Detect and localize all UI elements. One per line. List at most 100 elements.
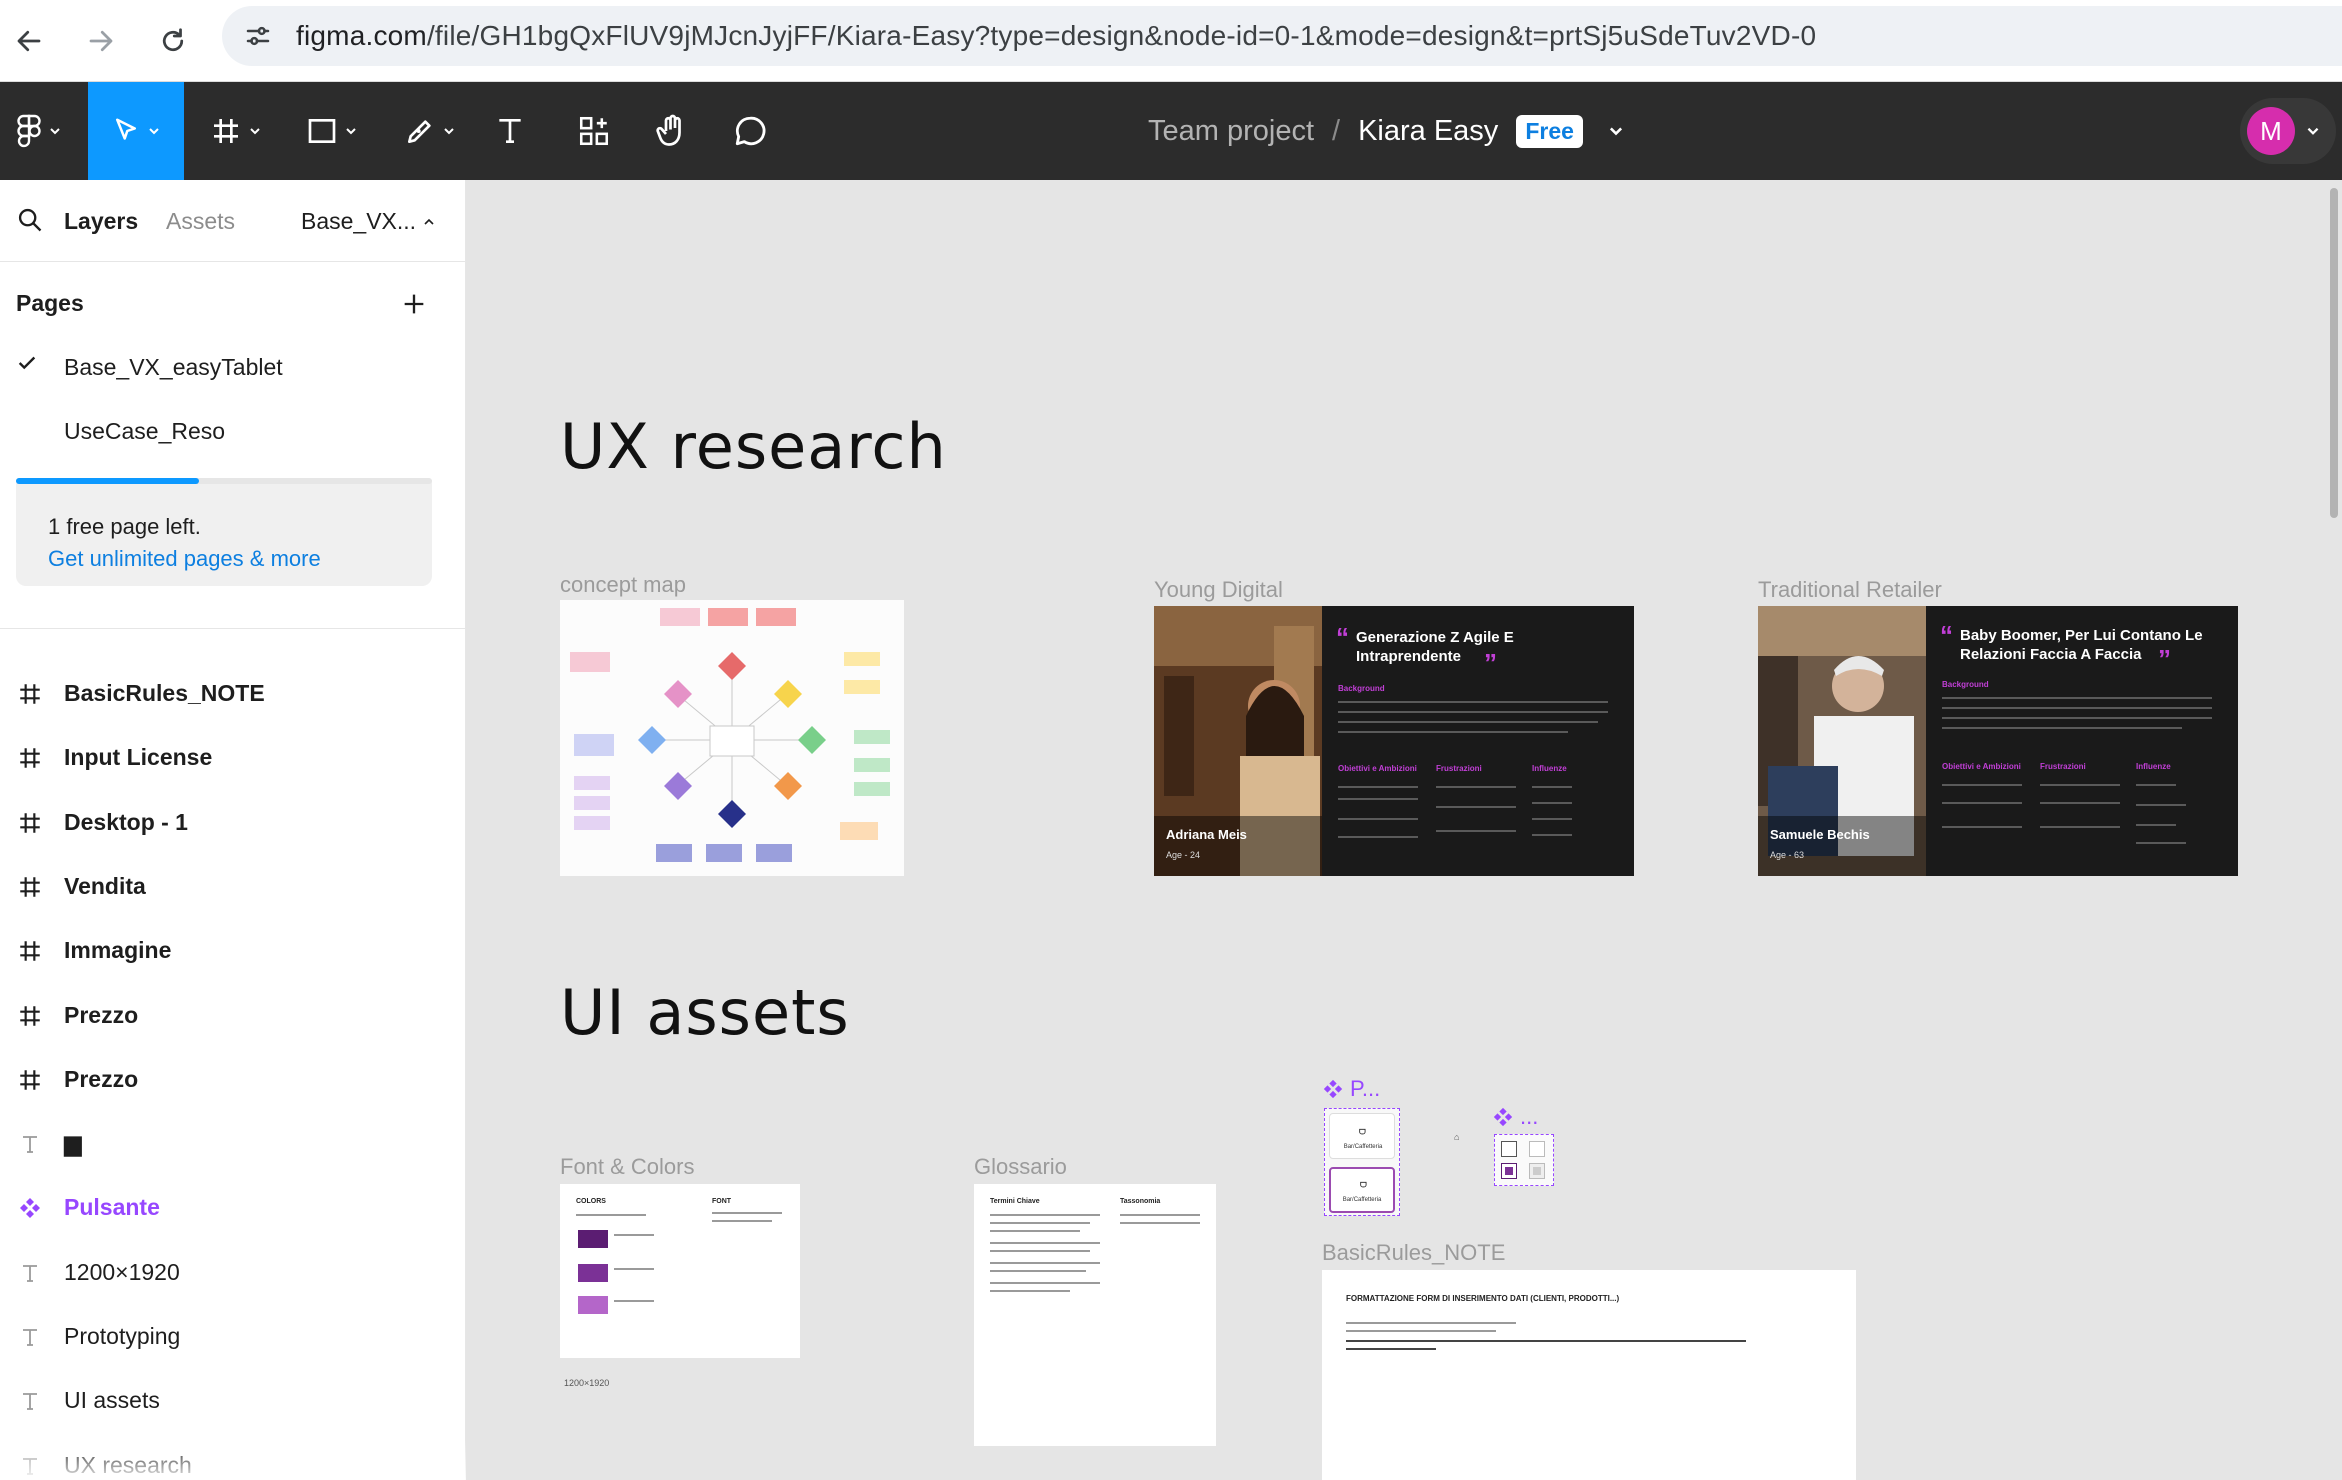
layer-item[interactable]: Prototyping xyxy=(0,1305,466,1369)
page-selector[interactable]: Base_VX... xyxy=(301,208,436,235)
comment-tool-button[interactable] xyxy=(728,82,772,180)
layer-item[interactable]: Vendita xyxy=(0,855,466,919)
text-line xyxy=(614,1300,654,1302)
team-link[interactable]: Team project xyxy=(1148,115,1314,148)
move-tool-button[interactable] xyxy=(88,82,184,180)
persona-section-influences: Influenze xyxy=(1532,764,1567,773)
persona-name: Samuele Bechis xyxy=(1770,827,1870,842)
reload-button[interactable] xyxy=(150,18,196,64)
layer-item[interactable]: Pulsante xyxy=(0,1176,466,1240)
panel-divider xyxy=(0,628,466,629)
chevron-up-icon xyxy=(424,218,435,225)
layer-item[interactable]: Input License xyxy=(0,726,466,790)
text-line xyxy=(990,1230,1080,1232)
frame-label-traditional-retailer[interactable]: Traditional Retailer xyxy=(1758,577,1942,603)
component-label-checkbox[interactable]: ... xyxy=(1492,1104,1538,1130)
persona-card-traditional-retailer[interactable]: Samuele Bechis Age - 63 “ Baby Boomer, P… xyxy=(1758,606,2238,876)
chevron-down-icon xyxy=(50,128,60,135)
font-colors-frame[interactable]: COLORS FONT xyxy=(560,1184,800,1358)
breadcrumb-separator: / xyxy=(1332,114,1341,147)
chevron-down-icon xyxy=(149,128,159,135)
glossario-frame[interactable]: Termini Chiave Tassonomia xyxy=(974,1184,1216,1446)
persona-section-background: Background xyxy=(1942,680,1989,689)
main-menu-button[interactable] xyxy=(0,82,78,180)
shape-tool-button[interactable] xyxy=(292,82,372,180)
quote-open-icon: “ xyxy=(1336,622,1349,652)
pulsante-variant[interactable]: Bar/Caffetteria xyxy=(1329,1113,1395,1159)
checkbox-checked[interactable] xyxy=(1501,1163,1517,1179)
layer-item[interactable]: Desktop - 1 xyxy=(0,791,466,855)
text-line xyxy=(1942,697,2212,699)
layer-label: Vendita xyxy=(64,872,146,899)
page-item-base-vx-easytablet[interactable]: Base_VX_easyTablet xyxy=(0,338,466,394)
basic-rules-heading: FORMATTAZIONE FORM DI INSERIMENTO DATI (… xyxy=(1346,1294,1620,1303)
text-line xyxy=(1338,711,1608,713)
pulsante-variant-selected[interactable]: Bar/Caffetteria xyxy=(1329,1167,1395,1213)
component-set-pulsante[interactable]: Bar/Caffetteria Bar/Caffetteria xyxy=(1324,1108,1400,1216)
component-set-checkbox[interactable] xyxy=(1494,1134,1554,1186)
taxonomy-heading: Tassonomia xyxy=(1120,1198,1161,1205)
layer-item[interactable]: Prezzo xyxy=(0,984,466,1048)
concept-map-frame[interactable] xyxy=(560,600,904,876)
layer-label: 1200×1920 xyxy=(64,1258,180,1285)
checkbox-disabled[interactable] xyxy=(1529,1141,1545,1157)
text-line xyxy=(1532,818,1572,820)
layer-label: Prototyping xyxy=(64,1323,181,1349)
site-settings-icon[interactable] xyxy=(230,8,286,64)
basic-rules-frame[interactable]: FORMATTAZIONE FORM DI INSERIMENTO DATI (… xyxy=(1322,1270,1856,1480)
frame-label-young-digital[interactable]: Young Digital xyxy=(1154,577,1283,603)
tab-layers[interactable]: Layers xyxy=(64,208,138,235)
layer-item[interactable]: Immagine xyxy=(0,919,466,983)
pen-tool-button[interactable] xyxy=(390,82,470,180)
frame-label-concept-map[interactable]: concept map xyxy=(560,572,686,598)
text-line xyxy=(990,1262,1100,1264)
layer-item[interactable]: UI assets xyxy=(0,1369,466,1433)
component-label-text: ... xyxy=(1520,1104,1539,1129)
persona-card-young-digital[interactable]: Adriana Meis Age - 24 “ Generazione Z Ag… xyxy=(1154,606,1634,876)
text-tool-button[interactable] xyxy=(488,82,532,180)
layer-item[interactable]: Prezzo xyxy=(0,1048,466,1112)
layer-label: Input License xyxy=(64,744,213,771)
back-button[interactable] xyxy=(6,18,52,64)
text-line xyxy=(2136,784,2176,786)
plan-badge[interactable]: Free xyxy=(1516,114,1583,148)
text-line xyxy=(2136,842,2186,844)
checkbox-unchecked[interactable] xyxy=(1501,1141,1517,1157)
layer-item[interactable]: 1200×1920 xyxy=(0,1241,466,1305)
checkbox-checked-disabled[interactable] xyxy=(1529,1163,1545,1179)
layer-item[interactable]: ▆ xyxy=(0,1112,466,1176)
key-terms-heading: Termini Chiave xyxy=(990,1198,1040,1205)
frame-label-glossario[interactable]: Glossario xyxy=(974,1154,1067,1180)
comment-bubble-icon xyxy=(735,116,766,146)
frame-hash-icon xyxy=(16,1066,44,1094)
page-item-usecase-reso[interactable]: UseCase_Reso xyxy=(0,402,466,458)
text-line xyxy=(2040,784,2120,786)
layer-item[interactable]: BasicRules_NOTE xyxy=(0,662,466,726)
hand-tool-button[interactable] xyxy=(648,82,696,180)
forward-button[interactable] xyxy=(78,18,124,64)
canvas[interactable]: UX research concept map Young Digital Ad… xyxy=(466,180,2342,1480)
component-label-p[interactable]: P... xyxy=(1322,1076,1380,1102)
font-heading: FONT xyxy=(712,1198,732,1205)
user-menu-button[interactable]: M xyxy=(2240,98,2336,164)
resources-button[interactable] xyxy=(570,82,618,180)
persona-section-frustrations: Frustrazioni xyxy=(1436,764,1482,773)
section-title-ux-research: UX research xyxy=(560,410,947,483)
text-line xyxy=(1942,717,2212,719)
tab-assets[interactable]: Assets xyxy=(166,208,235,235)
pen-icon xyxy=(408,120,431,143)
search-icon[interactable] xyxy=(16,206,44,239)
address-bar[interactable]: figma.com/file/GH1bgQxFlUV9jMJcnJyjFF/Ki… xyxy=(222,6,2342,66)
file-breadcrumb: Team project / Kiara Easy Free xyxy=(1148,82,1625,180)
add-page-button[interactable] xyxy=(400,290,428,323)
resources-icon xyxy=(579,116,609,146)
frame-label-font-colors[interactable]: Font & Colors xyxy=(560,1154,695,1180)
chevron-down-icon[interactable] xyxy=(1607,122,1625,140)
frame-label-basic-rules[interactable]: BasicRules_NOTE xyxy=(1322,1240,1505,1266)
upsell-link[interactable]: Get unlimited pages & more xyxy=(48,546,321,572)
file-name[interactable]: Kiara Easy xyxy=(1358,115,1498,148)
canvas-scrollbar[interactable] xyxy=(2330,188,2338,518)
layer-label: UI assets xyxy=(64,1387,160,1414)
frame-tool-button[interactable] xyxy=(196,82,276,180)
url-text[interactable]: figma.com/file/GH1bgQxFlUV9jMJcnJyjFF/Ki… xyxy=(296,20,1816,52)
